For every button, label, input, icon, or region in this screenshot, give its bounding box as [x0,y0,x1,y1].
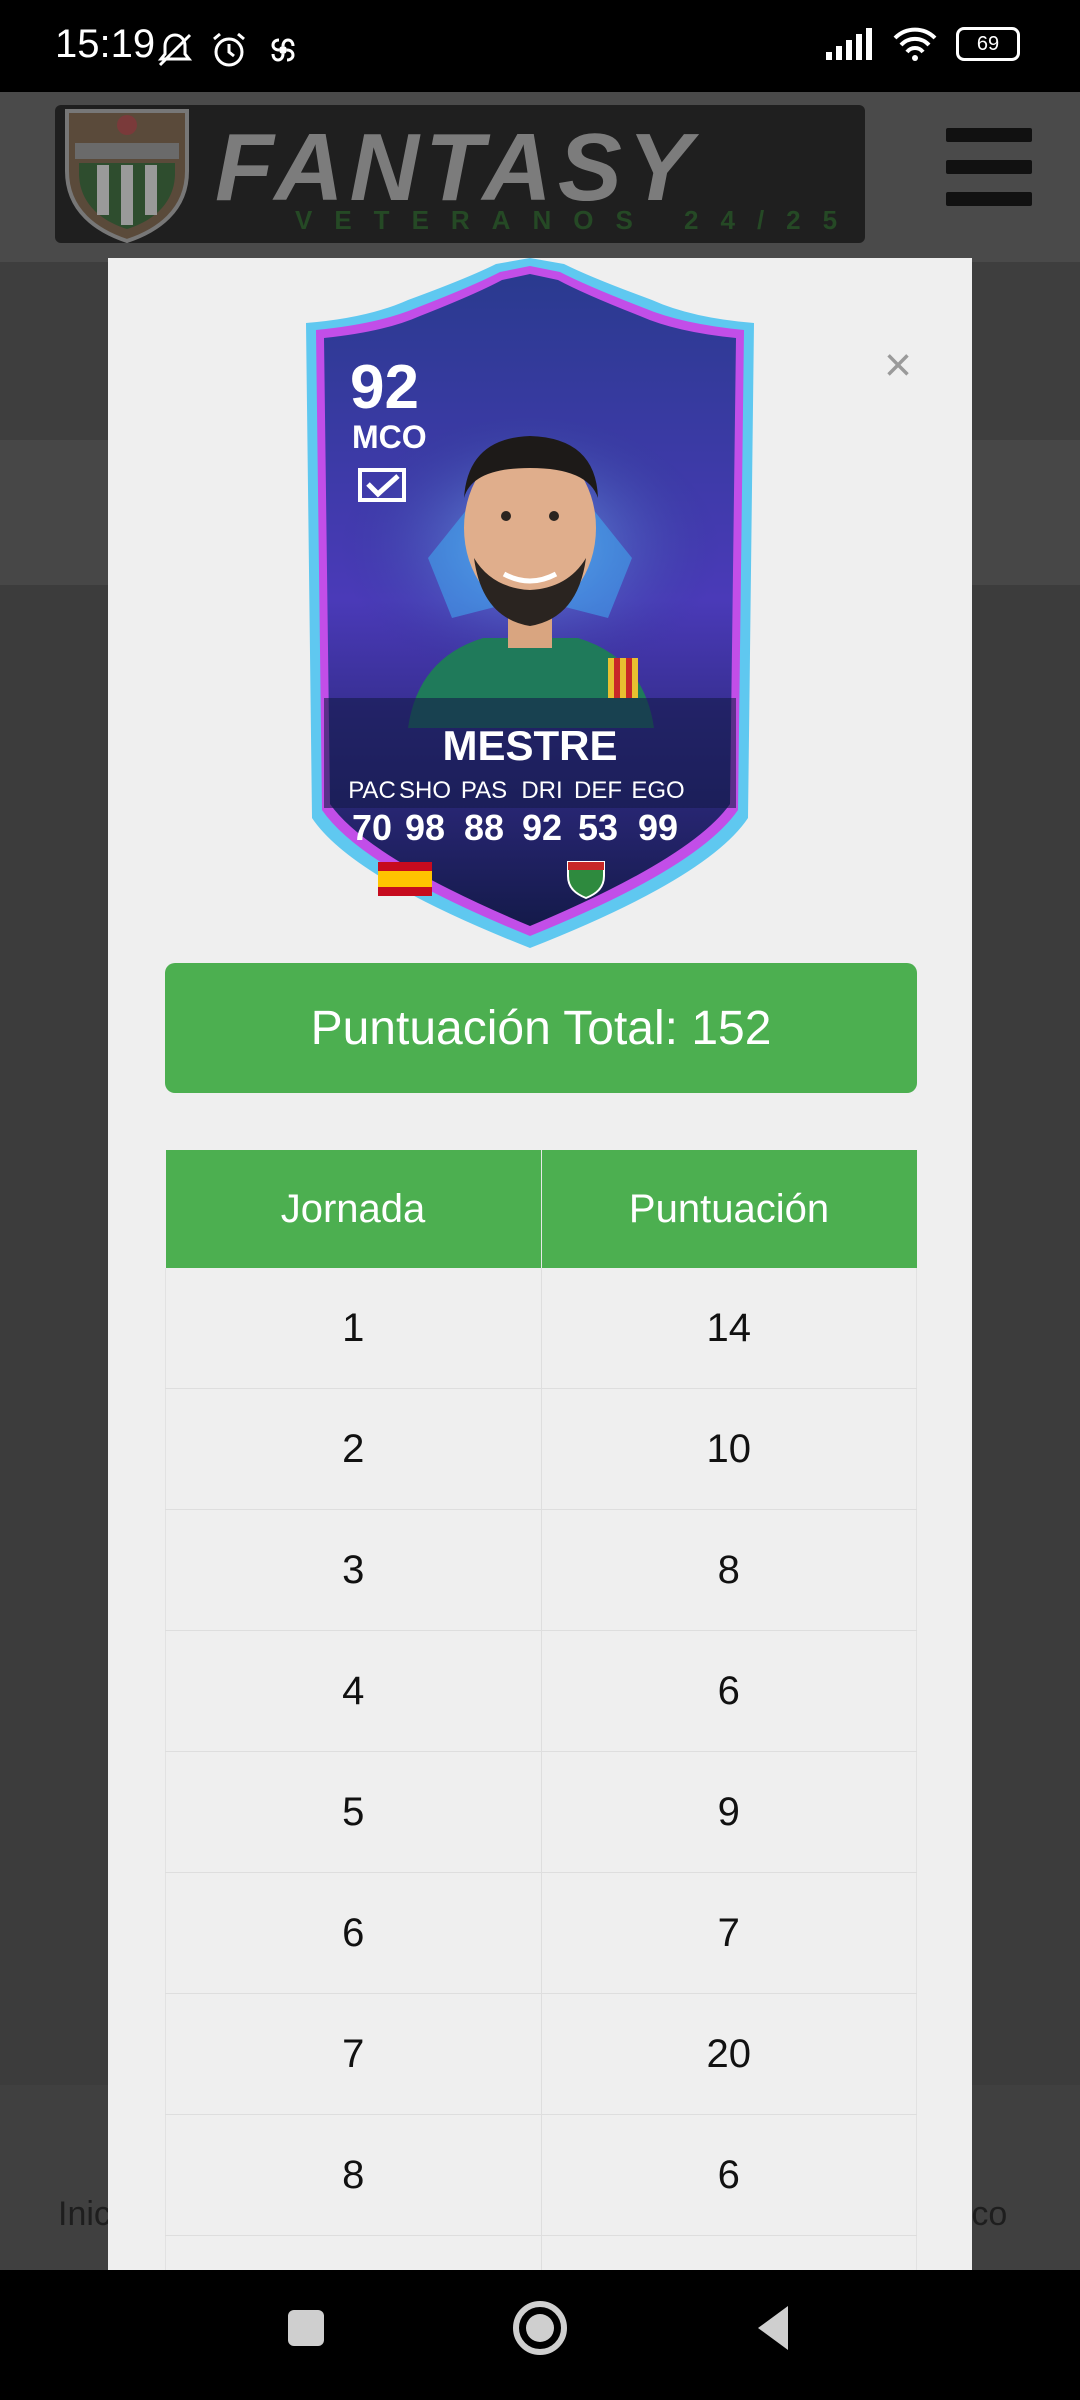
table-row: 7 20 [165,1993,917,2115]
jornada-cell: 9 [165,2235,542,2270]
puntuacion-cell: 7 [540,1872,917,1994]
fan-icon [271,38,295,62]
system-nav-bar [0,2270,1080,2400]
brand-subtitle: VETERANOS 24/25 [295,205,860,235]
jornada-cell: 7 [165,1993,542,2115]
stat-label: PAC [348,777,396,804]
status-left-icons [155,30,303,70]
table-row: 912 [165,2235,917,2270]
battery-indicator: 69 [956,27,1020,61]
table-row: 86 [165,2114,917,2236]
close-icon[interactable]: × [884,338,912,393]
total-score-banner: Puntuación Total: 152 [165,963,917,1093]
alarm-icon [213,32,245,67]
jornada-cell: 6 [165,1872,542,1994]
stat-value: 88 [464,807,504,848]
jornada-cell: 3 [165,1509,542,1631]
puntuacion-cell: 6 [540,2114,917,2236]
stat-value: 99 [638,807,678,848]
card-position: MCO [352,419,427,455]
jornada-cell: 2 [165,1388,542,1510]
table-row: 46 [165,1630,917,1752]
jornada-cell: 8 [165,2114,542,2236]
spain-flag-icon [378,862,432,896]
signal-icon [826,28,872,60]
stat-value: 92 [522,807,562,848]
puntuacion-cell: 14 [540,1268,917,1389]
status-bar: 15:19 69 [0,0,1080,92]
nav-inicio[interactable]: Inic [58,2195,111,2234]
status-time: 15:19 [55,22,156,66]
scores-table: Jornada Puntuación 1 14 2 10 38 46 59 67 7… [165,1150,917,2270]
table-row: 67 [165,1872,917,1994]
column-header-jornada: Jornada [165,1150,542,1268]
table-row: 2 10 [165,1388,917,1510]
puntuacion-cell: 10 [540,1388,917,1510]
stat-label: DEF [574,777,622,804]
stat-value: 53 [578,807,618,848]
wifi-icon [893,27,937,61]
back-triangle-icon[interactable] [744,2298,804,2358]
puntuacion-cell: 9 [540,1751,917,1873]
jornada-cell: 5 [165,1751,542,1873]
table-row: 1 14 [165,1268,917,1389]
column-header-puntuacion: Puntuación [541,1150,917,1268]
club-shield-icon [65,109,189,243]
stat-label: PAS [461,777,507,804]
brand-logo[interactable]: FANTASY VETERANOS 24/25 [55,105,865,243]
stat-value: 98 [405,807,445,848]
card-name: MESTRE [442,722,617,769]
status-right-icons: 69 [824,26,1020,62]
stat-label: EGO [631,777,684,804]
table-row: 59 [165,1751,917,1873]
puntuacion-cell: 6 [540,1630,917,1752]
home-circle-icon[interactable] [510,2298,570,2358]
table-header-row: Jornada Puntuación [165,1150,917,1268]
player-card: 92 MCO MESTRE PAC SHO PAS DRI DEF EGO 70… [306,258,754,948]
jornada-cell: 1 [165,1268,542,1389]
menu-hamburger-icon[interactable] [946,128,1032,206]
puntuacion-cell: 12 [540,2235,917,2270]
stat-value: 70 [352,807,392,848]
mute-bell-icon [157,33,193,67]
player-modal: × 92 MCO MESTRE PAC SHO PAS DRI DEF EGO … [108,258,972,2270]
puntuacion-cell: 20 [540,1993,917,2115]
card-rating: 92 [350,353,419,422]
stat-label: DRI [521,777,562,804]
table-row: 38 [165,1509,917,1631]
recents-square-icon[interactable] [276,2298,336,2358]
puntuacion-cell: 8 [540,1509,917,1631]
jornada-cell: 4 [165,1630,542,1752]
stat-label: SHO [399,777,451,804]
